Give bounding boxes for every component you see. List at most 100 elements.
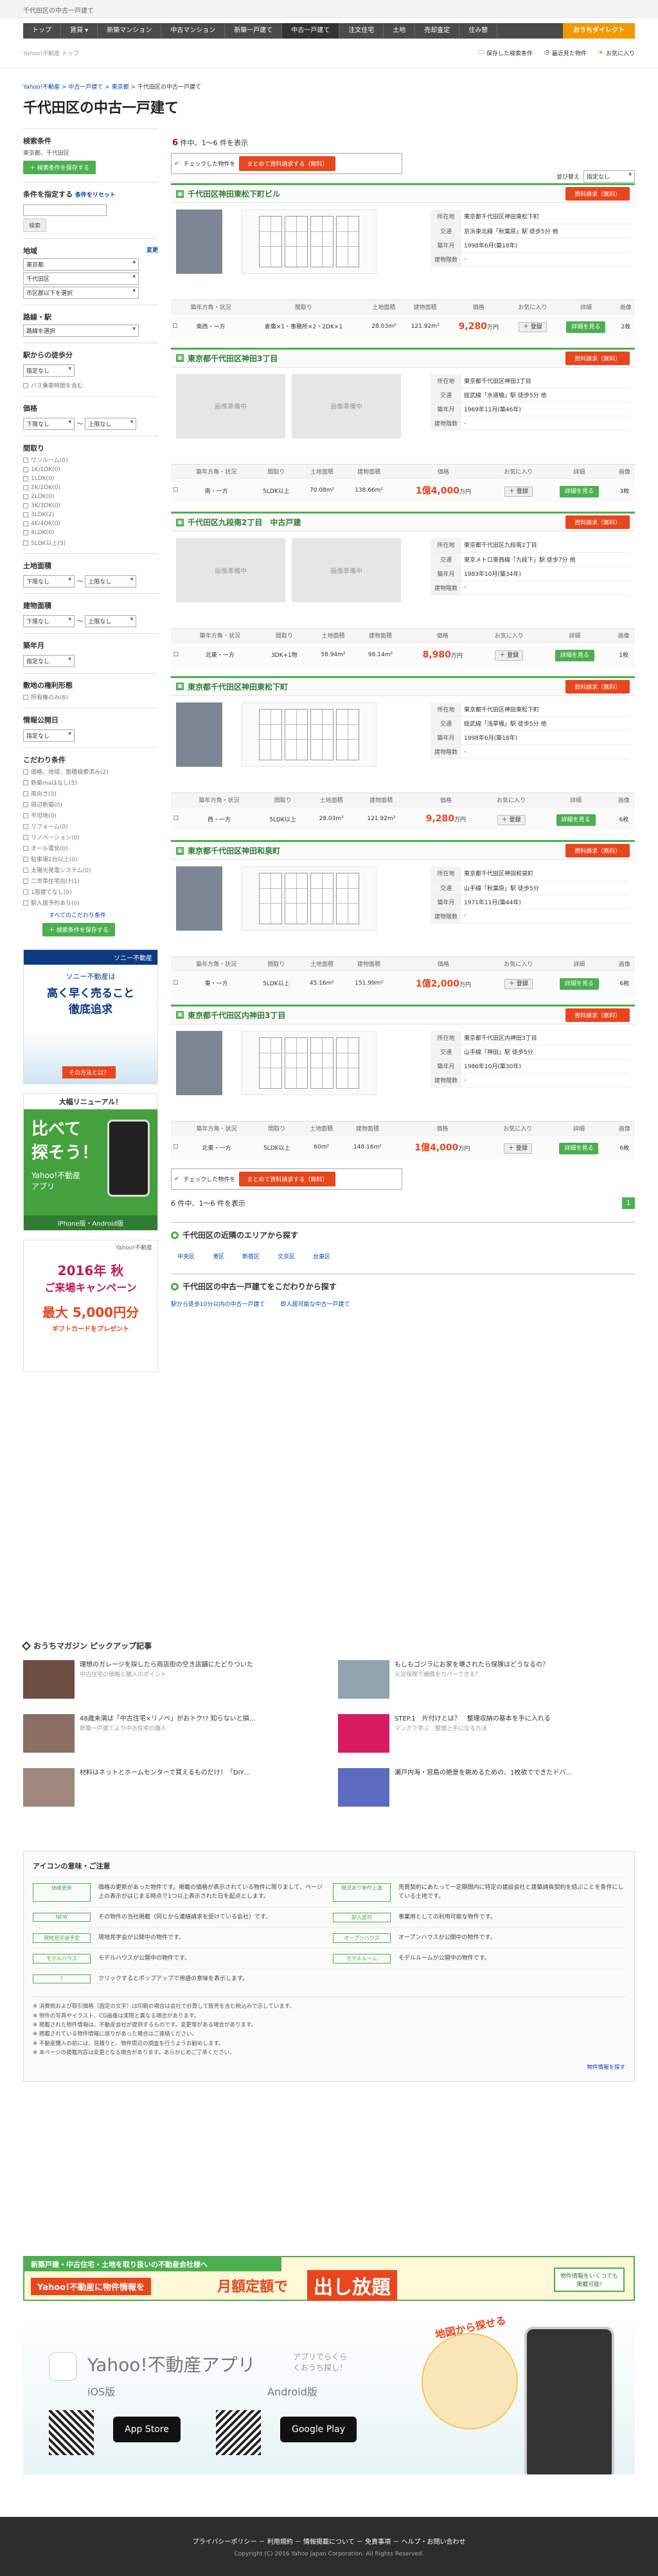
nav-item[interactable]: 新築マンション (98, 23, 162, 39)
madori-checkbox[interactable]: 2LDK(0) (23, 494, 158, 500)
footer-links[interactable]: プライバシーポリシー － 利用規約 － 情報掲載について － 免責事項 － ヘル… (0, 2536, 658, 2546)
listing-checkbox[interactable]: ☐ (173, 652, 179, 658)
kodawari-checkbox[interactable]: 二世帯住宅向け(1) (23, 877, 158, 885)
google-play-button[interactable]: Google Play (280, 2417, 357, 2442)
yahoo-top-link[interactable]: Yahoo!不動産 トップ (23, 49, 79, 57)
price-lo-select[interactable]: 下限なし (23, 418, 75, 430)
nav-item[interactable]: 新築一戸建て (225, 23, 283, 39)
magazine-article[interactable]: 理想のガレージを探したら商店街の空き店舗にたどりついた 中古住宅の価格と購入のポイ… (23, 1660, 320, 1705)
article-title[interactable]: 材料はネットとホームセンターで買えるものだけ！「DIY… (80, 1768, 251, 1778)
kodawari-checkbox[interactable]: 駐車場2台以上(0) (23, 855, 158, 863)
breadcrumb-link[interactable]: 中古一戸建て (68, 84, 103, 91)
madori-checkbox[interactable]: 4K/4DK(0) (23, 521, 158, 527)
kodawari-checkbox-box[interactable] (23, 889, 28, 895)
listing-title[interactable]: 東京都千代田区神田3丁目 (188, 353, 278, 364)
app-banner[interactable]: 大幅リニューアル！ 比べて 探そう！ Yahoo!不動産 アプリ iPhone版… (23, 1093, 158, 1231)
request-info-button[interactable]: 資料請求（無料） (565, 515, 630, 529)
near-area-link[interactable]: 台東区 (307, 1252, 342, 1260)
listing-checkbox[interactable]: ☐ (173, 487, 178, 494)
request-info-button[interactable]: 資料請求（無料） (565, 351, 630, 365)
article-title[interactable]: もしもゴジラにお家を壊されたら保険はどうなるの？ (395, 1660, 549, 1670)
nav-item[interactable]: 賃貸 ▾ (61, 23, 98, 39)
sony-banner-button[interactable]: その方法とは？ (62, 1066, 116, 1078)
all-cond-link[interactable]: すべてのこだわり条件 (49, 911, 158, 919)
kodawari-checkbox[interactable]: 1階建てなし(0) (23, 888, 158, 896)
price-hi-select[interactable]: 上限なし (85, 418, 137, 430)
listing-checkbox[interactable]: ☐ (173, 1144, 178, 1150)
floor-plan-image[interactable] (242, 1030, 377, 1095)
magazine-article[interactable]: STEP.1 片付けとは？ 整理収納の基本を手に入れる マンガで学ぶ 整理上手にな… (338, 1714, 635, 1759)
nav-item[interactable]: 売却査定 (415, 23, 460, 39)
nav-item[interactable]: 中古マンション (161, 23, 226, 39)
madori-checkbox-box[interactable] (23, 494, 28, 499)
madori-checkbox-box[interactable] (23, 457, 28, 463)
breadcrumb-link[interactable]: 東京都 (112, 84, 129, 91)
more-link[interactable]: 物件情報を探す (33, 2063, 625, 2072)
kodawari-checkbox[interactable]: 新築maはなし(5) (23, 778, 158, 787)
kodawari-checkbox[interactable]: 価格、地域、面積検索済み(2) (23, 767, 158, 776)
kodawari-checkbox-box[interactable] (23, 856, 28, 862)
madori-checkbox[interactable]: 2K/2DK(0) (23, 485, 158, 491)
madori-checkbox[interactable]: 4LDK(0) (23, 530, 158, 536)
request-info-button[interactable]: 資料請求（無料） (565, 1008, 630, 1022)
kodawari-search-link[interactable]: 即入居可能な中古一戸建て (280, 1300, 350, 1308)
nav-item[interactable]: 注文住宅 (339, 23, 384, 39)
madori-checkbox[interactable]: ワンルーム(0) (23, 456, 158, 464)
request-info-button[interactable]: 資料請求（無料） (565, 679, 630, 693)
age-select[interactable]: 指定なし (23, 655, 75, 667)
near-area-link[interactable]: 新宿区 (236, 1252, 271, 1260)
near-area-link[interactable]: 文京区 (271, 1252, 307, 1260)
property-photo[interactable] (176, 702, 222, 767)
detail-button[interactable]: 詳細を見る (566, 321, 606, 334)
nav-item[interactable]: 住み替 (459, 23, 498, 39)
madori-checkbox-box[interactable] (23, 521, 28, 526)
madori-checkbox[interactable]: 3LDK(2) (23, 512, 158, 518)
property-photo[interactable] (176, 210, 222, 274)
kodawari-checkbox-box[interactable] (23, 834, 28, 840)
route-select[interactable]: 路線を選択 (23, 325, 139, 337)
kodawari-checkbox-box[interactable] (23, 878, 28, 884)
listing-title[interactable]: 東京都千代田区神田東松下町 (188, 681, 288, 692)
request-info-button[interactable]: 資料請求（無料） (565, 187, 630, 201)
upd-select[interactable]: 指定なし (23, 729, 75, 742)
detail-button[interactable]: 詳細を見る (555, 650, 594, 662)
cond-checkbox[interactable]: 所有権のみ(6) (23, 693, 158, 701)
madori-checkbox-box[interactable] (23, 476, 28, 481)
floor-plan-image[interactable] (242, 210, 377, 274)
madori-checkbox-box[interactable] (23, 503, 28, 508)
bus-checkbox[interactable]: バス乗車時間を含む (23, 381, 158, 389)
article-title[interactable]: 48歳未満は「中古住宅×リノベ」がおトク!? 知らないと損… (80, 1714, 256, 1724)
save-search-button-2[interactable]: ＋ 検索条件を保存する (42, 923, 115, 936)
property-photo[interactable] (176, 1030, 222, 1095)
bulk-request-button[interactable]: まとめて資料請求する（無料） (239, 156, 336, 171)
campaign-banner[interactable]: Yahoo!不動産 2016年 秋 ご来場キャンペーン 最大 5,000円分 ギ… (23, 1240, 158, 1372)
magazine-article[interactable]: 瀬戸内海・窓島の絶景を眺めるための、1枚欲でできたドバ… (338, 1768, 635, 1813)
page-1-button[interactable]: 1 (622, 1197, 635, 1209)
property-photo[interactable] (176, 866, 222, 931)
add-favorite-button[interactable]: ＋ 登録 (503, 1143, 532, 1154)
breadcrumb-link[interactable]: Yahoo!不動産 (23, 84, 60, 91)
bldg-hi-select[interactable]: 上限なし (85, 615, 137, 627)
listing-title[interactable]: 東京都千代田区神田和泉町 (188, 845, 280, 856)
add-favorite-button[interactable]: ＋ 登録 (518, 322, 547, 333)
listing-title[interactable]: 千代田区九段南2丁目 中古戸建 (188, 517, 301, 528)
kodawari-checkbox[interactable]: 太陽光発電システム(0) (23, 866, 158, 874)
search-button[interactable]: 検索 (23, 219, 47, 232)
madori-checkbox-box[interactable] (23, 540, 28, 546)
madori-checkbox-box[interactable] (23, 512, 28, 517)
save-search-button[interactable]: ＋ 検索条件を保存する (23, 161, 96, 174)
request-info-button[interactable]: 資料請求（無料） (565, 844, 630, 857)
nav-item[interactable]: 土地 (384, 23, 416, 39)
kodawari-checkbox-box[interactable] (23, 780, 28, 785)
pref-select[interactable]: 東京都 (23, 258, 139, 271)
kodawari-checkbox[interactable]: 南向き(3) (23, 789, 158, 798)
recent-viewed-link[interactable]: ◷ 最近見た物件 (544, 48, 587, 58)
magazine-article[interactable]: もしもゴジラにお家を壊されたら保険はどうなるの？ 火災保険で補償をカバーできる？ (338, 1660, 635, 1705)
kodawari-checkbox[interactable]: 周辺新築(0) (23, 800, 158, 809)
detail-button[interactable]: 詳細を見る (559, 1142, 599, 1154)
saved-search-link[interactable]: 🗀 保存した検索条件 (478, 48, 533, 58)
article-title[interactable]: STEP.1 片付けとは？ 整理収納の基本を手に入れる (395, 1714, 551, 1724)
bulk-request-button-bottom[interactable]: まとめて資料請求する（無料） (239, 1172, 336, 1186)
detail-button[interactable]: 詳細を見る (556, 814, 596, 826)
land-lo-select[interactable]: 下限なし (23, 575, 75, 587)
